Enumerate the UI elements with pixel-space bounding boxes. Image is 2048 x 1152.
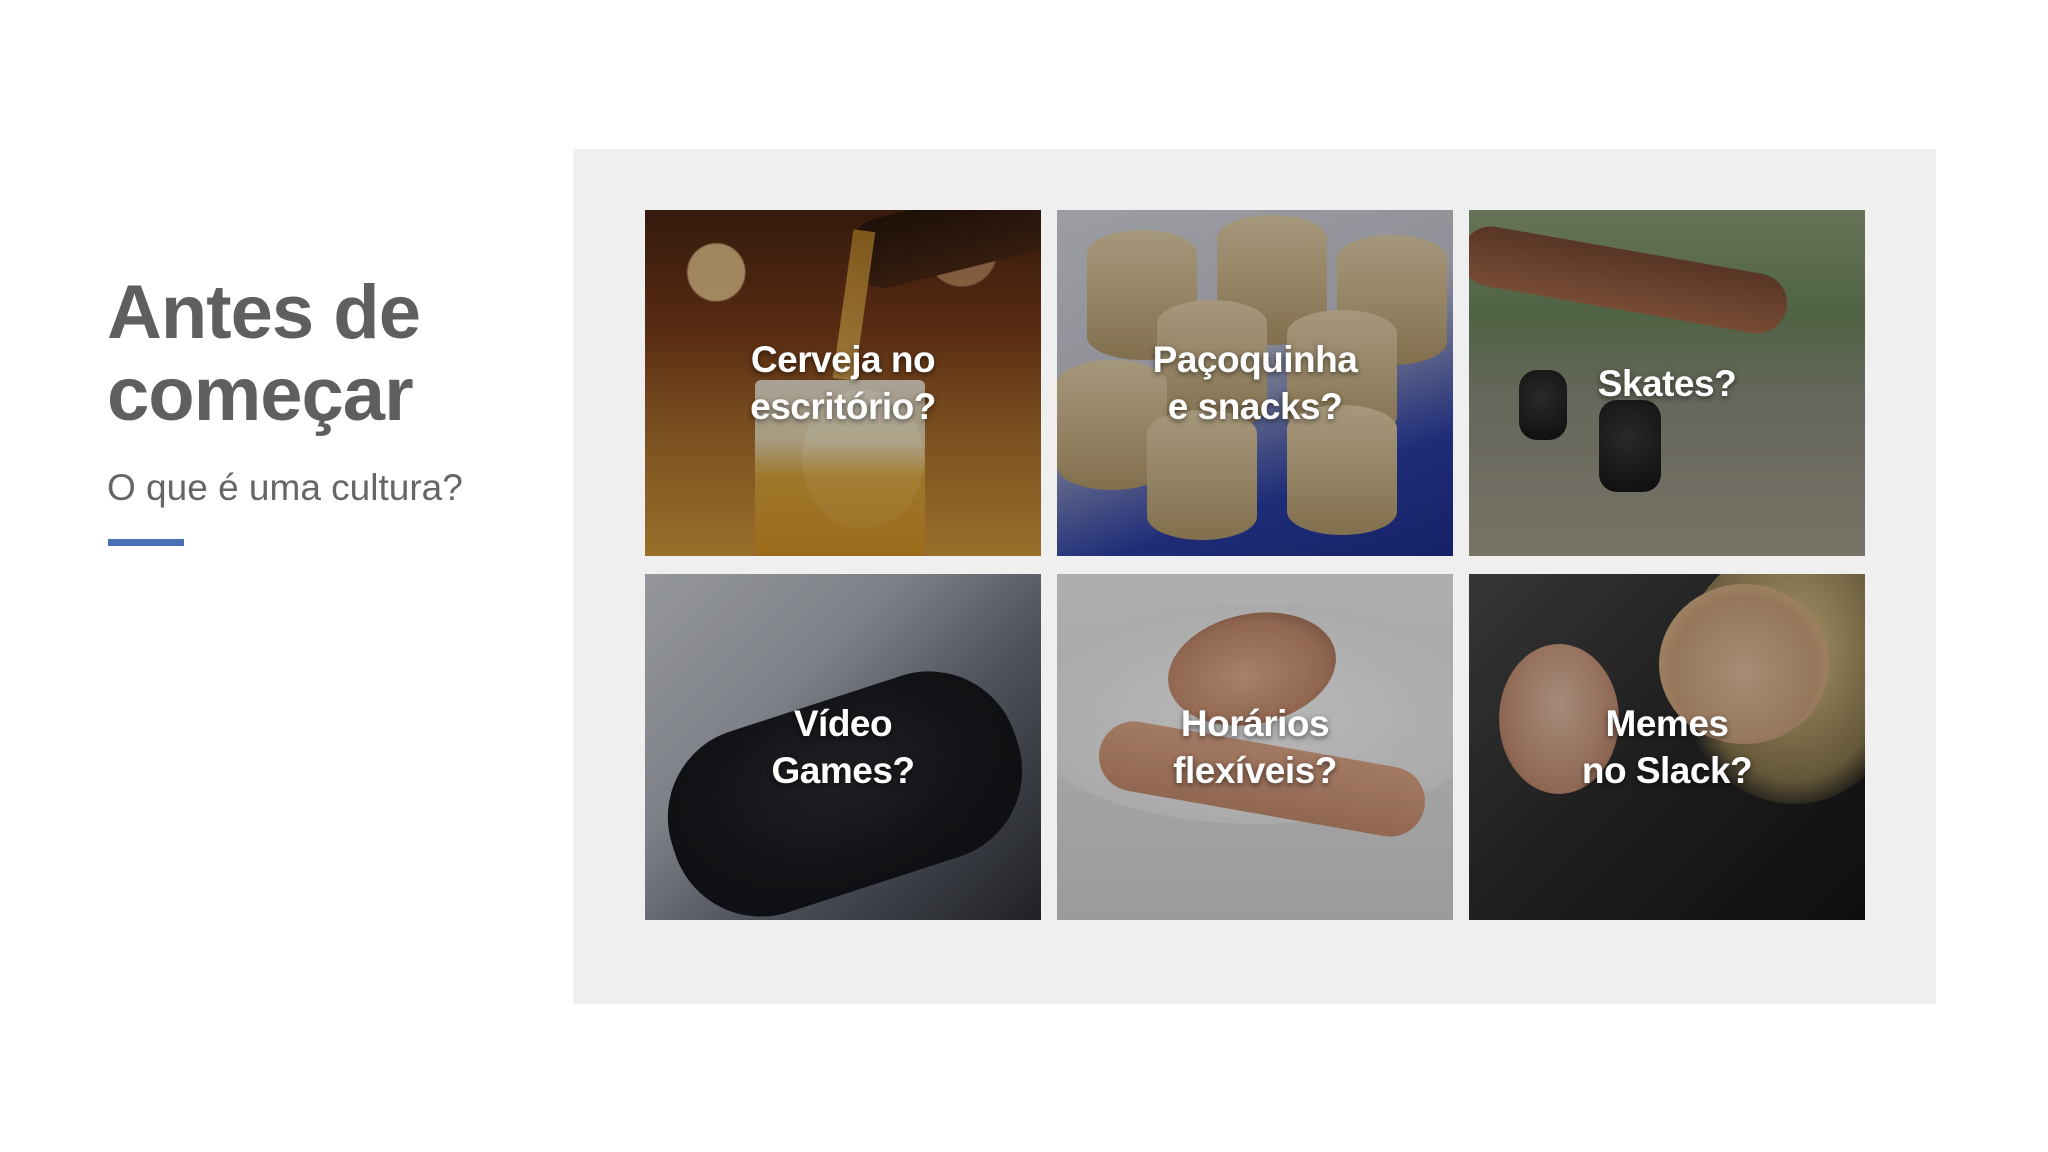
tile-memes: Memes no Slack? (1469, 574, 1865, 920)
tile-label-line: Games? (771, 750, 915, 791)
slide-title: Antes de começar (107, 272, 527, 436)
tile-label-line: Skates? (1597, 362, 1737, 404)
tile-label: Memes no Slack? (1581, 700, 1753, 794)
tile-label-line: Horários (1180, 703, 1330, 744)
tile-label-line: e snacks? (1167, 386, 1343, 427)
tile-pacoca: Paçoquinha e snacks? (1057, 210, 1453, 556)
tile-video-games: Vídeo Games? (645, 574, 1041, 920)
slide: Antes de começar O que é uma cultura? Ce… (0, 0, 2048, 1152)
slide-title-line-2: começar (107, 352, 414, 437)
tile-label-line: Cerveja no (750, 339, 936, 380)
slide-subtitle: O que é uma cultura? (107, 467, 463, 508)
tile-label: Horários flexíveis? (1173, 700, 1337, 794)
tile-label: Cerveja no escritório? (750, 336, 936, 430)
tile-skates: Skates? (1469, 210, 1865, 556)
tile-label: Skates? (1597, 360, 1737, 407)
tile-label-line: flexíveis? (1173, 750, 1337, 791)
tile-label: Vídeo Games? (771, 700, 915, 794)
tile-label-line: escritório? (750, 386, 936, 427)
tile-label-line: Paçoquinha (1152, 339, 1358, 380)
tile-label: Paçoquinha e snacks? (1153, 336, 1358, 430)
tile-label-line: Memes (1605, 703, 1729, 744)
slide-title-line-1: Antes de (107, 270, 421, 355)
tile-label-line: Vídeo (793, 703, 893, 744)
tile-label-line: no Slack? (1581, 750, 1753, 791)
tile-beer: Cerveja no escritório? (645, 210, 1041, 556)
tile-flexible-hours: Horários flexíveis? (1057, 574, 1453, 920)
accent-divider (108, 539, 184, 546)
